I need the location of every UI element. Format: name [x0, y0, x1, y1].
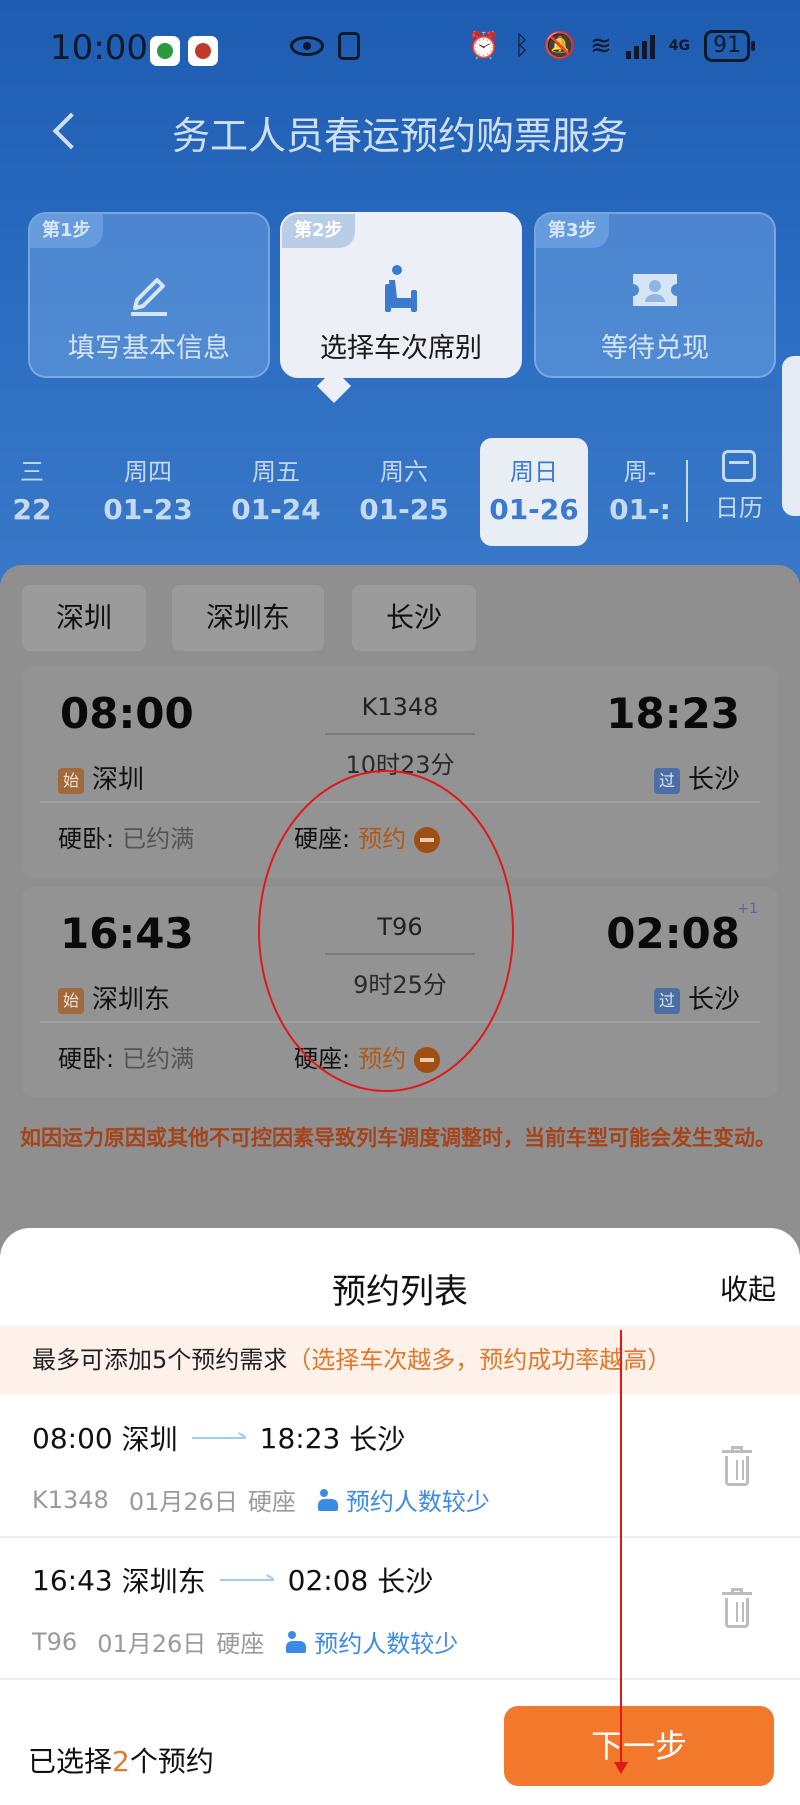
- notice-text: 如因运力原因或其他不可控因素导致列车调度调整时，当前车型可能会发生变动。: [20, 1126, 776, 1150]
- divider: [325, 733, 475, 735]
- ticket-icon: [633, 274, 677, 306]
- calendar-button[interactable]: 日历: [700, 450, 778, 523]
- page-title: 务工人员春运预约购票服务: [171, 114, 628, 158]
- seat-sleeper: 硬卧: 已约满: [58, 825, 195, 853]
- calendar-label: 日历: [715, 494, 763, 522]
- step-2-label: 选择车次席别: [320, 333, 482, 364]
- network-type: 4G: [668, 38, 690, 54]
- people-icon: [317, 1488, 340, 1511]
- date-item[interactable]: 周六 01-25: [350, 438, 458, 546]
- nfc-icon: [337, 32, 360, 60]
- reservation-sheet: 预约列表 收起 最多可添加5个预约需求（选择车次越多，预约成功率越高） 08:0…: [0, 1228, 800, 1805]
- date-item-selected[interactable]: 周日 01-26: [480, 438, 588, 546]
- station-filter[interactable]: 深圳: [22, 585, 147, 651]
- step-1-label: 填写基本信息: [68, 333, 230, 364]
- bluetooth-icon: ᛒ: [513, 31, 530, 61]
- header-area: 10:00 ⏰ ᛒ 🔕 ≋ 4G 91 务工人员春运预约购票服务 第1步 填写基…: [0, 0, 800, 600]
- date-item[interactable]: 周- 01-:: [600, 438, 680, 546]
- next-button[interactable]: 下一步: [504, 1706, 774, 1786]
- arrival-time: 18:23: [606, 689, 740, 738]
- annotation-circle: [258, 770, 514, 1092]
- pass-badge: 过: [653, 987, 680, 1014]
- date-item[interactable]: 三 22: [0, 438, 86, 546]
- arrow-icon: [219, 1579, 274, 1581]
- reservation-item: 16:43 深圳东 02:08 长沙 T96 01月26日 硬座 预约人数较少: [0, 1538, 800, 1680]
- arrival-station: 过长沙: [653, 979, 740, 1016]
- reservation-details: T96 01月26日 硬座 预约人数较少: [32, 1624, 458, 1659]
- date-selector: 三 22 周四 01-23 周五 01-24 周六 01-25 周日 01-26…: [0, 430, 800, 550]
- delete-icon[interactable]: [722, 1446, 752, 1486]
- step-2-tag: 第2步: [282, 214, 355, 248]
- divider: [686, 460, 688, 522]
- demand-badge: 预约人数较少: [286, 1624, 458, 1659]
- station-filter[interactable]: 深圳东: [172, 585, 325, 651]
- pencil-icon: [131, 278, 167, 316]
- battery-icon: 91: [704, 30, 755, 62]
- annotation-arrow: [614, 1330, 628, 1774]
- date-item[interactable]: 周四 01-23: [94, 438, 202, 546]
- arrival-station: 过长沙: [653, 759, 740, 796]
- arrow-icon: [191, 1437, 246, 1439]
- signal-icon: [625, 33, 655, 59]
- people-icon: [286, 1630, 308, 1653]
- selected-count: 已选择2个预约: [28, 1745, 214, 1778]
- arrival-time: 02:08: [606, 909, 740, 958]
- reservation-item: 08:00 深圳 18:23 长沙 K1348 01月26日 硬座 预约人数较少: [0, 1396, 800, 1538]
- wifi-icon: ≋: [589, 31, 612, 61]
- sheet-title: 预约列表: [332, 1272, 468, 1312]
- app-notification-icon: [188, 36, 218, 66]
- tip-bar: 最多可添加5个预约需求（选择车次越多，预约成功率越高）: [0, 1326, 800, 1394]
- seat-sleeper: 硬卧: 已约满: [58, 1045, 195, 1073]
- side-handle[interactable]: [782, 356, 800, 516]
- station-filter[interactable]: 长沙: [352, 585, 477, 651]
- step-3-label: 等待兑现: [601, 333, 709, 364]
- reservation-route: 08:00 深圳 18:23 长沙: [32, 1421, 406, 1457]
- eye-icon: [289, 36, 324, 56]
- status-icons: ⏰ ᛒ 🔕 ≋ 4G 91: [289, 30, 755, 62]
- reservation-details: K1348 01月26日 硬座 预约人数较少: [32, 1482, 490, 1517]
- step-1: 第1步 填写基本信息: [28, 212, 270, 378]
- mute-icon: 🔕: [543, 31, 576, 61]
- status-bar: 10:00 ⏰ ᛒ 🔕 ≋ 4G 91: [0, 0, 800, 100]
- date-item[interactable]: 周五 01-24: [222, 438, 330, 546]
- calendar-icon: [722, 450, 756, 482]
- step-2: 第2步 选择车次席别: [280, 212, 522, 378]
- demand-badge: 预约人数较少: [317, 1482, 490, 1517]
- status-time: 10:00: [50, 28, 148, 68]
- next-day-badge: +1: [737, 901, 758, 917]
- alarm-icon: ⏰: [467, 31, 500, 61]
- seat-icon: [385, 265, 417, 312]
- pass-badge: 过: [653, 767, 680, 794]
- reservation-route: 16:43 深圳东 02:08 长沙: [32, 1563, 434, 1599]
- delete-icon[interactable]: [722, 1588, 752, 1628]
- step-3-tag: 第3步: [536, 214, 609, 248]
- app-notification-icon: [150, 36, 180, 66]
- collapse-button[interactable]: 收起: [720, 1268, 776, 1308]
- step-3: 第3步 等待兑现: [534, 212, 776, 378]
- step-1-tag: 第1步: [30, 214, 103, 248]
